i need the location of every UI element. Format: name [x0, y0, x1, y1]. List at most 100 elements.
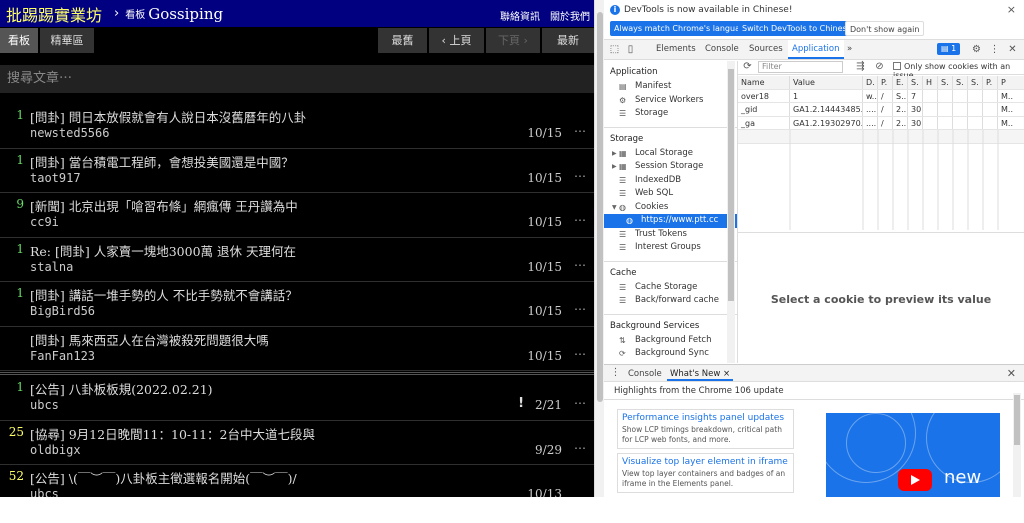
drawer-tab-console[interactable]: Console — [628, 367, 662, 381]
switch-chinese-button[interactable]: Switch DevTools to Chinese — [738, 21, 856, 36]
board-name-link[interactable]: Gossiping — [148, 5, 223, 23]
sidebar-item-cookie-origin[interactable]: ◍ https://www.ptt.cc — [604, 214, 737, 228]
column-header[interactable]: Name — [738, 76, 790, 89]
column-header[interactable]: H — [923, 76, 938, 89]
expand-arrow-icon[interactable]: ▶ — [612, 147, 617, 161]
pinned-entry[interactable]: 1 [公告] 八卦板板規(2022.02.21) ubcs ! 2/21 ⋯ — [0, 376, 594, 421]
table-row[interactable]: _gid GA1.2.14443485... .... / 2... 30 M.… — [738, 103, 1024, 117]
sidebar-scrollbar[interactable] — [727, 61, 735, 363]
close-drawer-icon[interactable]: ✕ — [1007, 367, 1016, 380]
checkbox-box[interactable] — [893, 62, 901, 70]
more-menu-icon[interactable]: ⋯ — [574, 396, 586, 410]
table-row[interactable]: _ga GA1.2.19302970... .... / 2... 30 M..… — [738, 116, 1024, 130]
article-title-link[interactable]: [公告] \(￣︶￣)八卦板主徵選報名開始(￣︶￣)/ — [30, 468, 297, 487]
drawer-menu-icon[interactable]: ⋮ — [610, 367, 621, 378]
tab-elements[interactable]: Elements — [656, 40, 696, 59]
sidebar-item-bfcache[interactable]: ☰ Back/forward cache — [604, 294, 737, 308]
sidebar-item-websql[interactable]: ☰ Web SQL — [604, 187, 737, 201]
tab-close-icon[interactable]: × — [723, 369, 730, 379]
prev-page-button[interactable]: ‹ 上頁 — [429, 28, 484, 53]
tab-sources[interactable]: Sources — [749, 40, 783, 59]
sidebar-item-manifest[interactable]: ▤ Manifest — [604, 80, 737, 94]
sidebar-item-local-storage[interactable]: ▶ ▦ Local Storage — [604, 147, 737, 161]
more-menu-icon[interactable]: ⋯ — [574, 302, 586, 316]
article-title-link[interactable]: [問卦] 講話一堆手勢的人 不比手勢就不會講話？ — [30, 285, 298, 304]
sidebar-item-interest-groups[interactable]: ☰ Interest Groups — [604, 241, 737, 255]
collapse-arrow-icon[interactable]: ▼ — [612, 201, 617, 215]
column-header[interactable]: S. — [968, 76, 983, 89]
article-entry[interactable]: 1 [問卦] 講話一堆手勢的人 不比手勢就不會講話？ BigBird56 10/… — [0, 282, 594, 327]
column-header[interactable]: S. — [953, 76, 968, 89]
feature-card-title[interactable]: Visualize top layer element in iframe — [622, 457, 789, 467]
sidebar-item-cache-storage[interactable]: ☰ Cache Storage — [604, 281, 737, 295]
more-menu-icon[interactable]: ⋯ — [574, 258, 586, 272]
column-header[interactable]: P. — [983, 76, 998, 89]
article-entry[interactable]: [問卦] 馬來西亞人在台灣被殺死問題很大嗎 FanFan123 10/15 ⋯ — [0, 327, 594, 371]
feature-card[interactable]: Visualize top layer element in iframe Vi… — [617, 453, 794, 493]
more-menu-icon[interactable]: ⋯ — [574, 213, 586, 227]
scrollbar-thumb[interactable] — [597, 12, 603, 402]
article-entry[interactable]: 9 [新聞] 北京出現「嗆習布條」網瘋傳 王丹讚為中 cc9i 10/15 ⋯ — [0, 193, 594, 238]
clear-icon[interactable]: ⊘ — [874, 61, 885, 72]
youtube-play-icon[interactable] — [898, 469, 932, 491]
article-title-link[interactable]: Re: [問卦] 人家賣一塊地3000萬 退休 天理何在 — [30, 241, 296, 260]
kebab-menu-icon[interactable]: ⋮ — [989, 44, 1000, 55]
issues-badge[interactable]: ▤ 1 — [937, 43, 961, 55]
article-title-link[interactable]: [新聞] 北京出現「嗆習布條」網瘋傳 王丹讚為中 — [30, 196, 298, 215]
newest-button[interactable]: 最新 — [542, 28, 594, 53]
page-scrollbar[interactable] — [594, 0, 604, 497]
search-articles-input[interactable]: 搜尋文章⋯ — [0, 65, 594, 93]
more-tabs-icon[interactable]: » — [847, 40, 852, 59]
column-header[interactable]: S. — [908, 76, 923, 89]
column-header[interactable]: D. — [863, 76, 878, 89]
more-menu-icon[interactable]: ⋯ — [574, 169, 586, 183]
sidebar-item-session-storage[interactable]: ▶ ▦ Session Storage — [604, 160, 737, 174]
sidebar-item-storage[interactable]: ☰ Storage — [604, 107, 737, 121]
clear-filtered-icon[interactable]: ⇶ — [855, 61, 866, 72]
article-title-link[interactable]: [問卦] 當台積電工程師，會想投美國還是中國？ — [30, 152, 294, 171]
column-header[interactable]: E. — [893, 76, 908, 89]
oldest-button[interactable]: 最舊 — [378, 28, 427, 53]
match-language-button[interactable]: Always match Chrome's language — [610, 21, 754, 36]
more-menu-icon[interactable]: ⋯ — [574, 347, 586, 361]
close-devtools-icon[interactable]: ✕ — [1007, 44, 1018, 55]
column-header[interactable]: Value — [790, 76, 863, 89]
whats-new-scrollbar[interactable] — [1013, 393, 1021, 497]
whats-new-video-thumbnail[interactable]: new — [826, 413, 1000, 497]
sidebar-item-background-sync[interactable]: ⟳ Background Sync — [604, 347, 737, 361]
dont-show-button[interactable]: Don't show again — [845, 21, 925, 36]
next-page-button[interactable]: 下頁 › — [486, 28, 540, 53]
article-entry[interactable]: 1 [問卦] 問日本放假就會有人說日本沒舊曆年的八卦 newsted5566 1… — [0, 104, 594, 149]
inspect-icon[interactable]: ⬚ — [609, 44, 620, 55]
article-title-link[interactable]: [公告] 八卦板板規(2022.02.21) — [30, 379, 213, 398]
scrollbar-thumb[interactable] — [728, 69, 734, 301]
more-menu-icon[interactable]: ⋯ — [574, 441, 586, 455]
tab-console[interactable]: Console — [705, 40, 739, 59]
article-entry[interactable]: 1 [問卦] 當台積電工程師，會想投美國還是中國？ taot917 10/15 … — [0, 149, 594, 193]
pinned-entry[interactable]: 25 [協尋] 9月12日晚間11：10-11：2台中大道七段與 oldbigx… — [0, 421, 594, 465]
refresh-icon[interactable]: ⟳ — [742, 61, 753, 72]
digest-button[interactable]: 精華區 — [40, 28, 94, 53]
table-row[interactable]: over18 1 w... / S... 7 M... — [738, 89, 1024, 103]
sidebar-item-trust-tokens[interactable]: ☰ Trust Tokens — [604, 228, 737, 242]
drawer-tab-whats-new[interactable]: What's New × — [667, 367, 734, 381]
column-header[interactable]: S. — [938, 76, 953, 89]
board-button[interactable]: 看板 — [0, 28, 38, 53]
feature-card-title[interactable]: Performance insights panel updates — [622, 413, 789, 423]
article-title-link[interactable]: [問卦] 馬來西亞人在台灣被殺死問題很大嗎 — [30, 330, 269, 349]
sidebar-item-cookies[interactable]: ▼ ◍ Cookies — [604, 201, 737, 215]
sidebar-item-service-workers[interactable]: ⚙ Service Workers — [604, 94, 737, 108]
device-toggle-icon[interactable]: ▯ — [625, 44, 636, 55]
article-entry[interactable]: 1 Re: [問卦] 人家賣一塊地3000萬 退休 天理何在 stalna 10… — [0, 238, 594, 282]
sidebar-item-background-fetch[interactable]: ⇅ Background Fetch — [604, 334, 737, 348]
article-title-link[interactable]: [問卦] 問日本放假就會有人說日本沒舊曆年的八卦 — [30, 107, 306, 126]
pinned-entry[interactable]: 52 [公告] \(￣︶￣)八卦板主徵選報名開始(￣︶￣)/ ubcs 10/1… — [0, 465, 594, 497]
more-menu-icon[interactable]: ⋯ — [574, 124, 586, 138]
column-header[interactable]: P — [998, 76, 1013, 89]
article-title-link[interactable]: [協尋] 9月12日晚間11：10-11：2台中大道七段與 — [30, 424, 315, 443]
tab-application[interactable]: Application — [788, 40, 844, 59]
scrollbar-thumb[interactable] — [1014, 395, 1020, 445]
expand-arrow-icon[interactable]: ▶ — [612, 160, 617, 174]
about-link[interactable]: 關於我們 — [550, 8, 590, 23]
contact-link[interactable]: 聯絡資訊 — [500, 8, 540, 23]
